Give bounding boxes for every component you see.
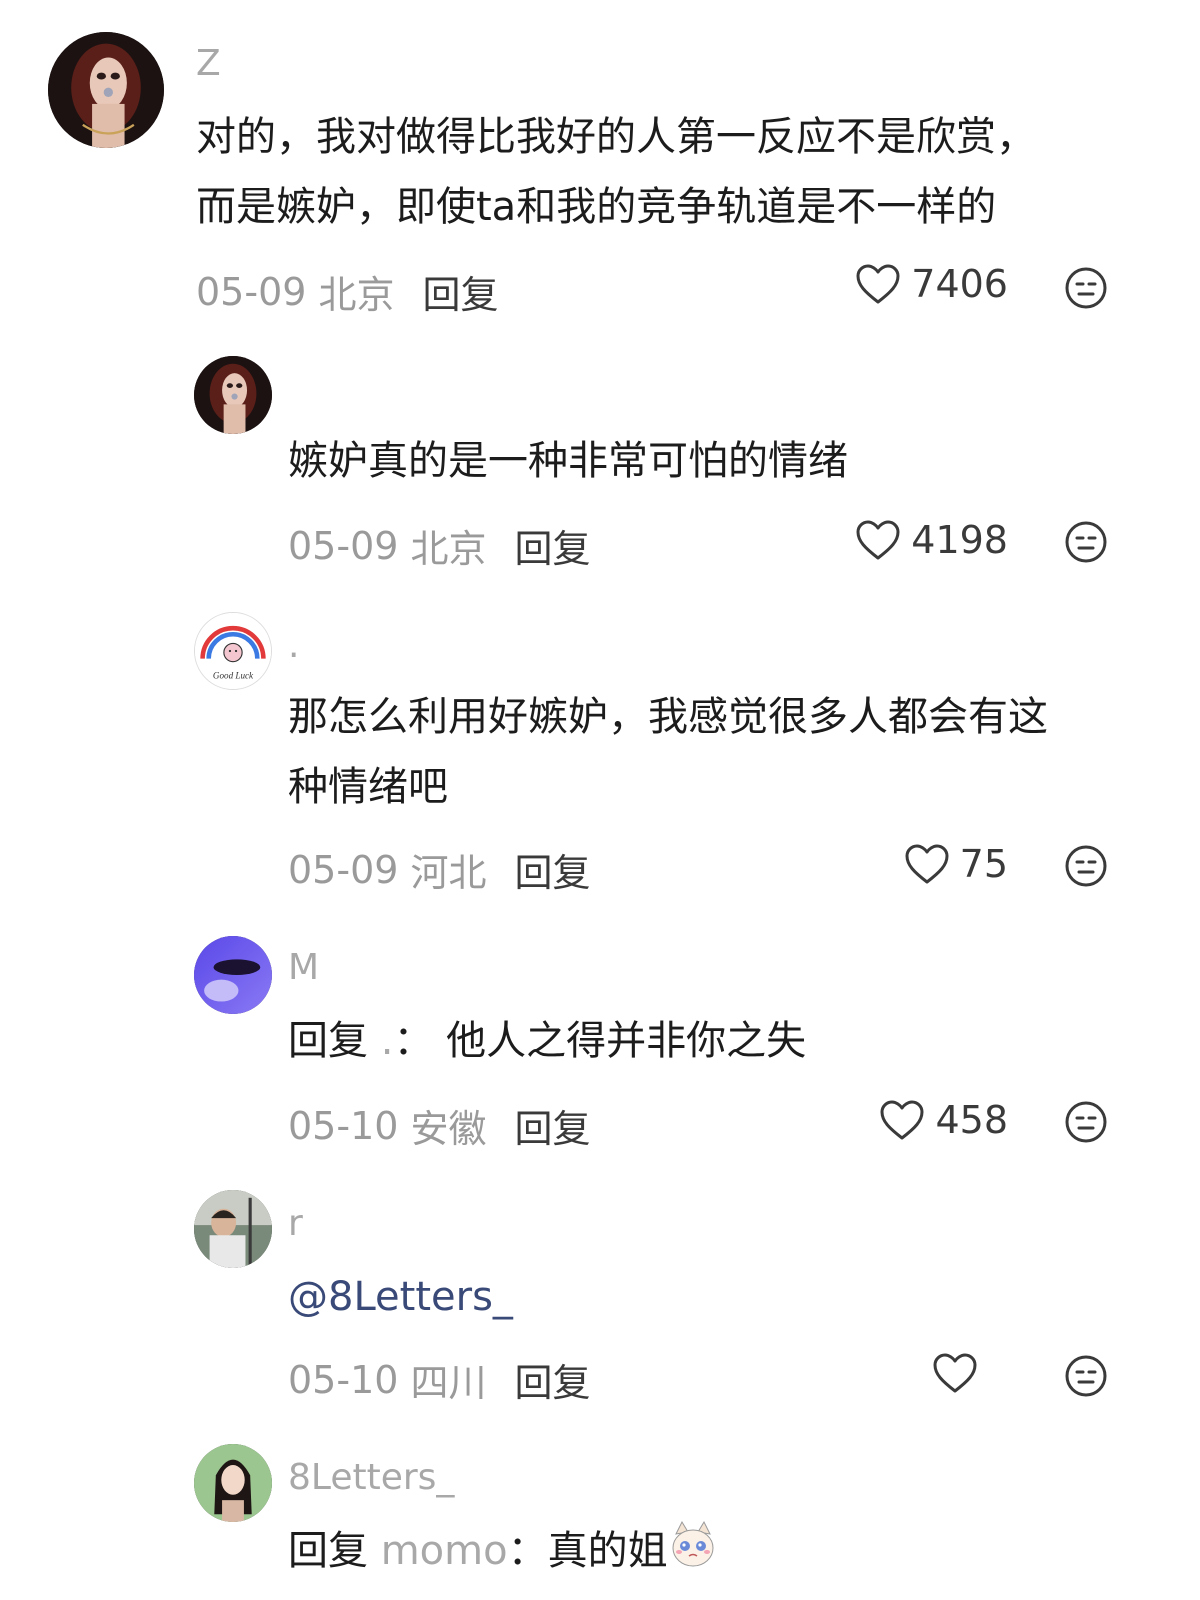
like-count: 75	[959, 842, 1008, 886]
username[interactable]: Z	[196, 46, 221, 82]
username[interactable]: 8Letters_	[288, 1460, 454, 1496]
heart-icon	[856, 520, 900, 560]
username[interactable]: .	[288, 628, 299, 664]
comment-meta: 05-09 北京 回复	[196, 264, 499, 319]
heart-icon	[905, 844, 949, 884]
reply-target-user[interactable]: .	[381, 1018, 394, 1064]
heart-icon	[856, 264, 900, 304]
like-count: 458	[935, 1098, 1008, 1142]
heart-icon	[880, 1100, 924, 1140]
comment-meta: 05-10 安徽 回复	[288, 1098, 591, 1153]
reply-prefix: 回复	[288, 1528, 368, 1574]
reply-separator: ：	[507, 1528, 548, 1574]
comment-text-line: 那怎么利用好嫉妒，我感觉很多人都会有这	[288, 694, 1048, 740]
reply-button[interactable]: 回复	[515, 1352, 591, 1407]
reply-prefix: 回复	[288, 1018, 368, 1064]
comment-meta: 05-09 北京 回复	[288, 518, 591, 573]
comment-text: 嫉妒真的是一种非常可怕的情绪	[288, 438, 848, 484]
like-button[interactable]: 4198	[855, 518, 1008, 562]
comment-location: 四川	[410, 1361, 487, 1405]
emoji-reaction-button[interactable]	[1064, 1354, 1108, 1398]
comment-text-line: 对的，我对做得比我好的人第一反应不是欣赏，	[196, 114, 1036, 160]
avatar[interactable]	[194, 936, 272, 1014]
comment-location: 北京	[410, 527, 487, 571]
reply-target-user[interactable]: momo	[381, 1528, 508, 1574]
comment-meta: 05-09 河北 回复	[288, 842, 591, 897]
reply-button[interactable]: 回复	[515, 842, 591, 897]
like-count: 4198	[911, 518, 1008, 562]
comment-location: 北京	[318, 273, 395, 317]
emoji-face-icon	[1065, 845, 1107, 887]
mention-link[interactable]: @8Letters_	[288, 1262, 513, 1332]
emoji-face-icon	[1065, 521, 1107, 563]
emoji-reaction-button[interactable]	[1064, 844, 1108, 888]
like-button[interactable]: 7406	[855, 262, 1008, 306]
comment-meta: 05-10 四川 回复	[288, 1352, 591, 1407]
comment-text: 回复 .： 他人之得并非你之失	[288, 1006, 806, 1076]
comment-text-line: 种情绪吧	[288, 764, 448, 810]
like-button[interactable]	[932, 1352, 978, 1394]
emoji-face-icon	[1065, 1101, 1107, 1143]
comment-text: 回复 momo：真的姐	[288, 1516, 718, 1586]
heart-icon	[933, 1353, 977, 1393]
emoji-reaction-button[interactable]	[1064, 266, 1108, 310]
emoji-reaction-button[interactable]	[1064, 520, 1108, 564]
reply-button[interactable]: 回复	[515, 1098, 591, 1153]
like-button[interactable]: 75	[904, 842, 1008, 886]
like-count: 7406	[911, 262, 1008, 306]
reply-text: 真的姐	[547, 1528, 668, 1574]
emoji-face-icon	[1065, 1355, 1107, 1397]
crying-cat-emoji	[672, 1520, 714, 1567]
emoji-face-icon	[1065, 267, 1107, 309]
avatar[interactable]	[194, 1190, 272, 1268]
comment-date: 05-09	[196, 269, 307, 314]
username[interactable]: M	[288, 950, 319, 986]
comment-date: 05-09	[288, 847, 399, 892]
comment-date: 05-09	[288, 523, 399, 568]
comment-location: 河北	[410, 851, 487, 895]
reply-button[interactable]: 回复	[423, 264, 499, 319]
avatar[interactable]	[194, 1444, 272, 1522]
avatar[interactable]	[48, 32, 164, 148]
avatar[interactable]	[194, 356, 272, 434]
avatar[interactable]: Good Luck	[194, 612, 272, 690]
reply-button[interactable]: 回复	[515, 518, 591, 573]
avatar-caption: Good Luck	[213, 670, 254, 680]
like-button[interactable]: 458	[879, 1098, 1008, 1142]
comment-location: 安徽	[410, 1107, 487, 1151]
reply-text: 他人之得并非你之失	[446, 1018, 807, 1064]
comment-date: 05-10	[288, 1103, 399, 1148]
emoji-reaction-button[interactable]	[1064, 1100, 1108, 1144]
comment-date: 05-10	[288, 1357, 399, 1402]
username[interactable]: r	[288, 1206, 303, 1242]
reply-separator: ：	[393, 1018, 434, 1064]
comment-text-line: 而是嫉妒，即使ta和我的竞争轨道是不一样的	[196, 184, 997, 230]
